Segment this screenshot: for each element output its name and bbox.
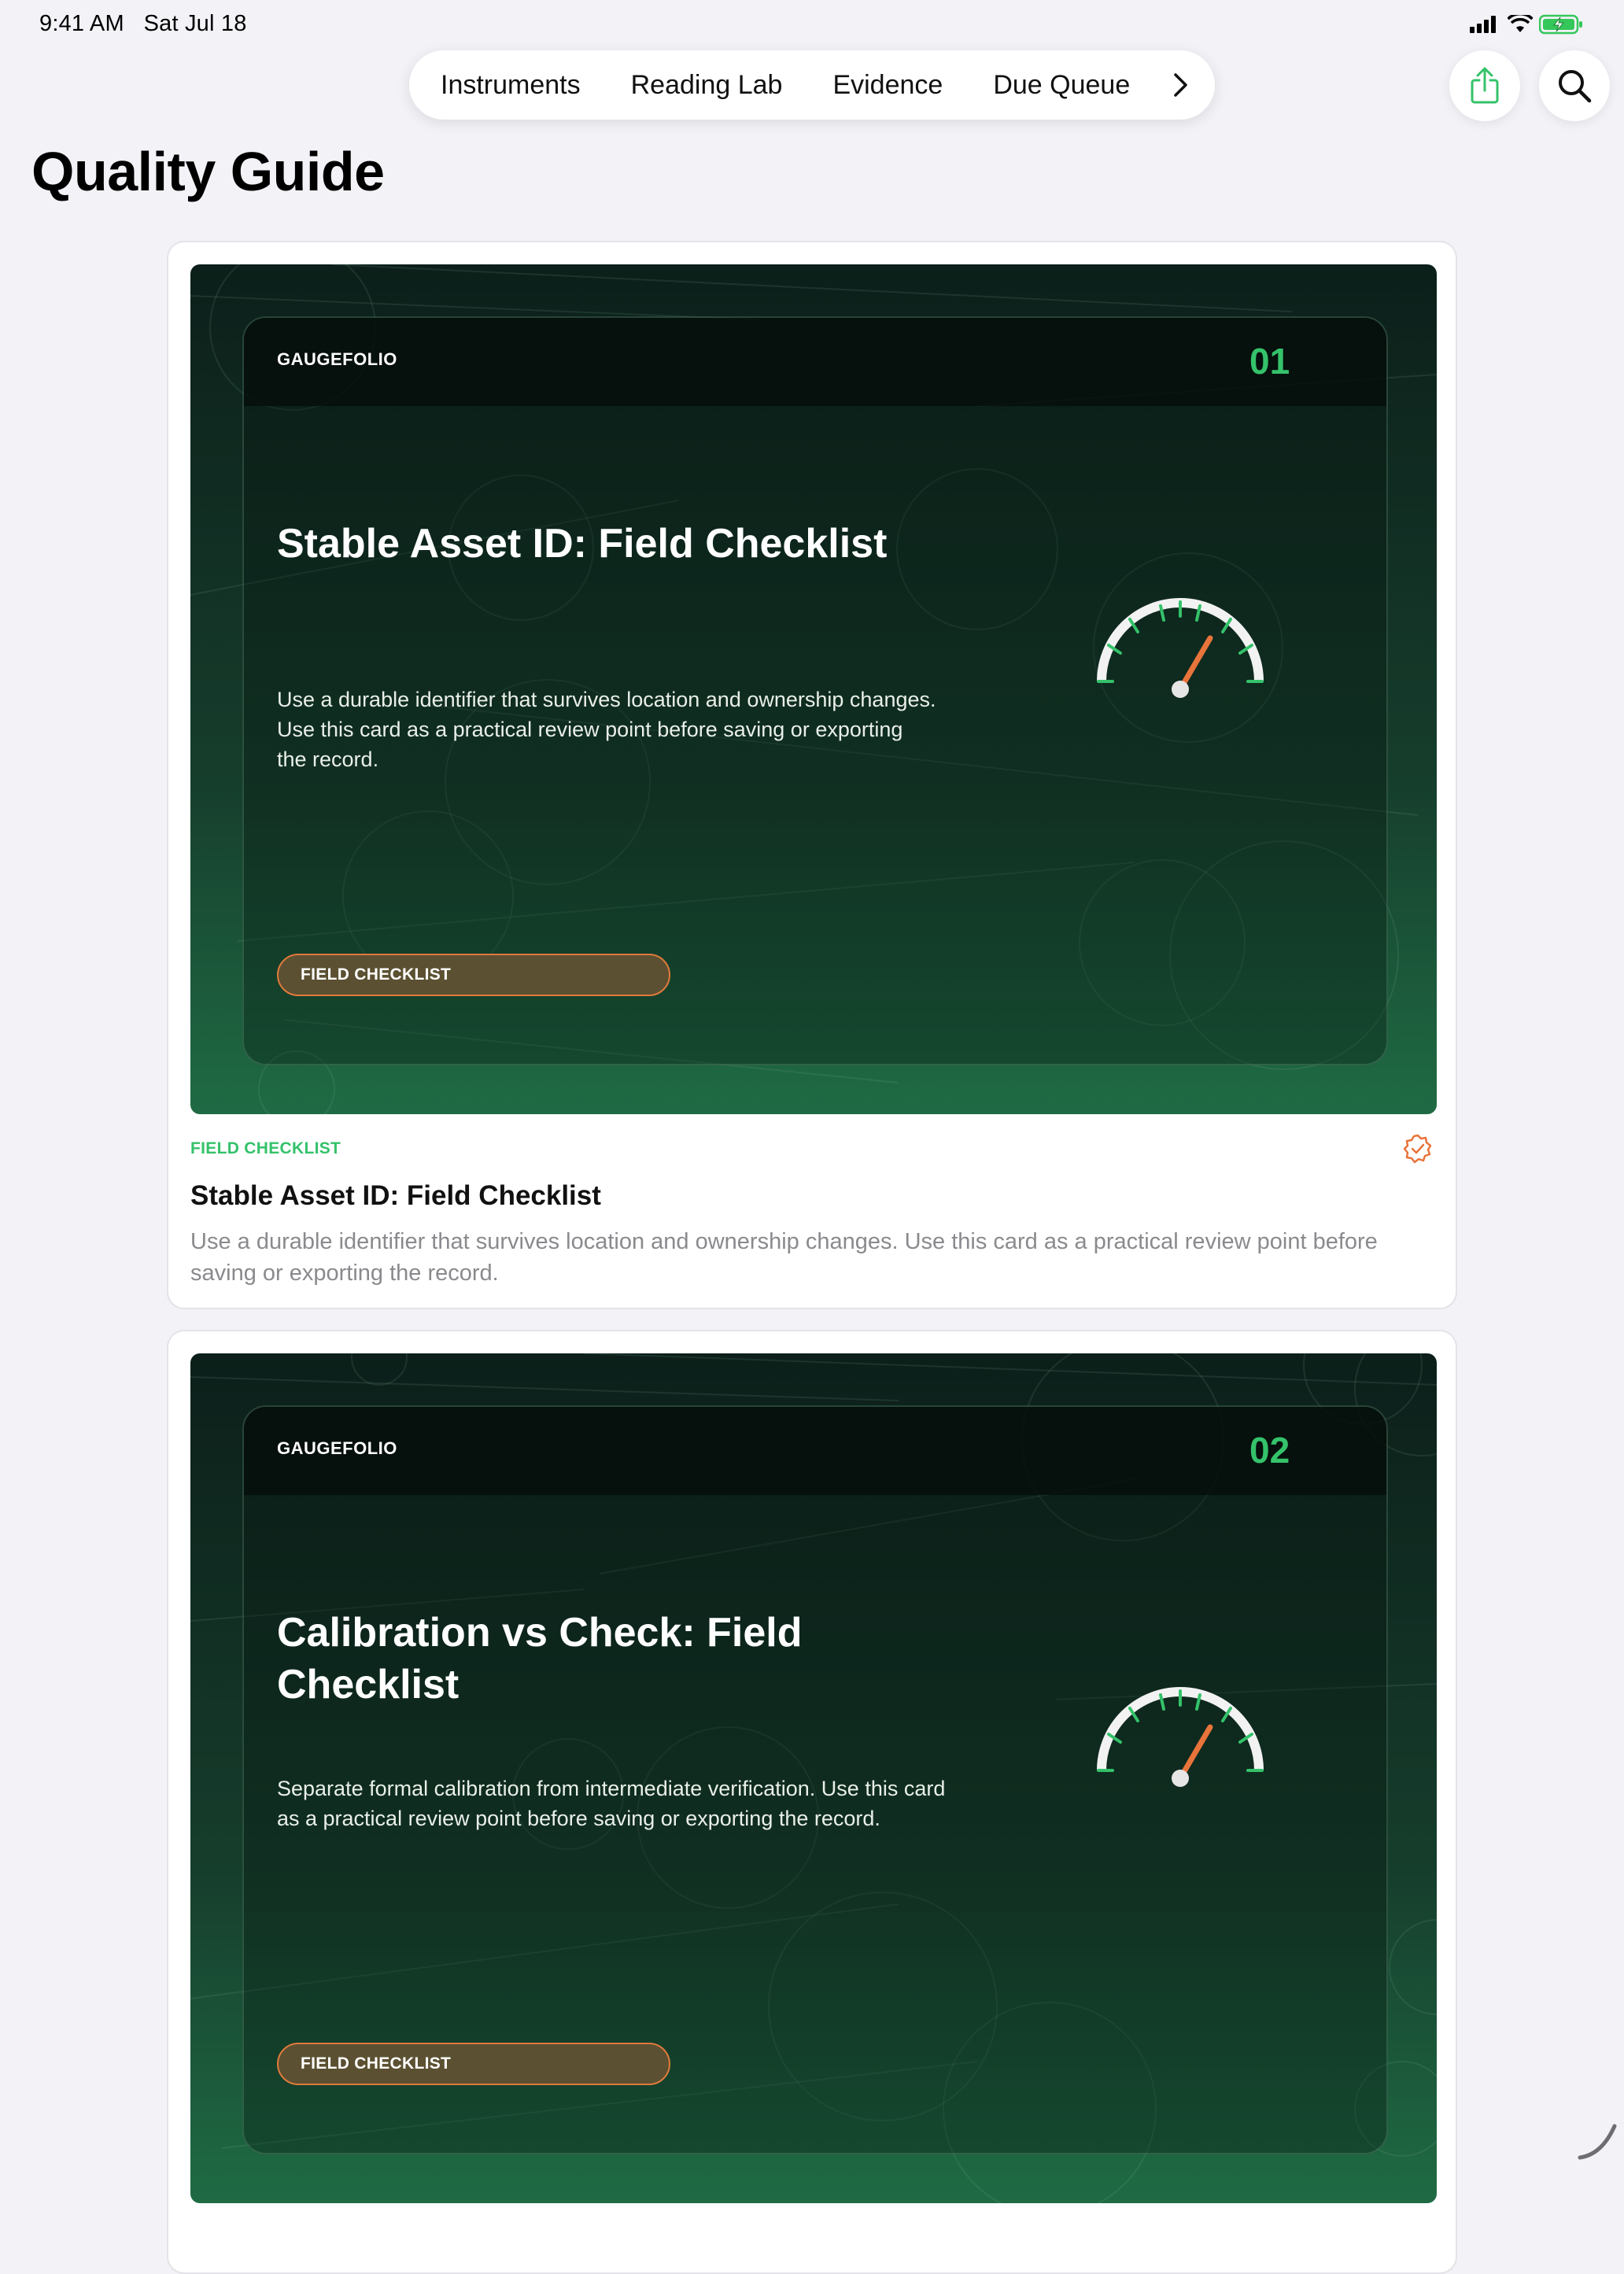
battery-charging-icon (1539, 14, 1582, 35)
hero-panel-header: GAUGEFOLIO 02 (244, 1407, 1386, 1495)
brand-label: GAUGEFOLIO (277, 349, 397, 369)
hero-title: Stable Asset ID: Field Checklist (277, 521, 888, 567)
status-date: Sat Jul 18 (143, 11, 247, 36)
tab-instruments[interactable]: Instruments (441, 70, 581, 101)
card-description: Use a durable identifier that survives l… (190, 1229, 1378, 1286)
gauge-icon (1097, 1687, 1264, 1787)
status-icons (1470, 14, 1583, 35)
status-time: 9:41 AM Sat Jul 18 (39, 11, 247, 37)
scroll-indicator-icon[interactable] (1574, 2117, 1621, 2164)
hero-panel: GAUGEFOLIO 01 Stable Asset ID: Field Che… (242, 316, 1388, 1065)
hero-description: Separate formal calibration from interme… (277, 1777, 946, 1830)
verified-badge-icon (1403, 1134, 1432, 1164)
hero-category-pill: FIELD CHECKLIST (277, 2043, 670, 2085)
hero-panel-header: GAUGEFOLIO 01 (244, 318, 1386, 406)
tab-reading-lab[interactable]: Reading Lab (631, 70, 783, 101)
hero-panel: GAUGEFOLIO 02 Calibration vs Check: Fiel… (242, 1405, 1388, 2154)
search-icon (1559, 70, 1592, 103)
hero-description: Use a durable identifier that survives l… (277, 688, 936, 771)
share-button[interactable] (1449, 50, 1520, 121)
top-tab-bar: Instruments Reading Lab Evidence Due Que… (409, 50, 1215, 120)
hero-title: Calibration vs Check: Field Checklist (277, 1610, 803, 1707)
card-hero-image: GAUGEFOLIO 01 Stable Asset ID: Field Che… (190, 264, 1437, 1114)
tab-evidence[interactable]: Evidence (832, 70, 943, 101)
chevron-right-icon[interactable] (1164, 69, 1196, 101)
brand-label: GAUGEFOLIO (277, 1438, 397, 1458)
card-number: 02 (1249, 1430, 1290, 1471)
hero-category-pill: FIELD CHECKLIST (277, 954, 670, 996)
search-button[interactable] (1539, 50, 1610, 121)
gauge-icon (1097, 598, 1264, 698)
card-hero-image: GAUGEFOLIO 02 Calibration vs Check: Fiel… (190, 1353, 1437, 2203)
page-title: Quality Guide (31, 141, 385, 202)
tab-due-queue[interactable]: Due Queue (993, 70, 1130, 101)
guide-card[interactable]: GAUGEFOLIO 01 Stable Asset ID: Field Che… (167, 241, 1457, 1309)
cellular-signal-icon (1470, 16, 1496, 33)
guide-card[interactable]: GAUGEFOLIO 02 Calibration vs Check: Fiel… (167, 1330, 1457, 2274)
card-number: 01 (1249, 341, 1290, 382)
wifi-icon (1508, 15, 1533, 32)
card-title: Stable Asset ID: Field Checklist (190, 1180, 601, 1211)
card-category: FIELD CHECKLIST (190, 1139, 341, 1157)
status-clock: 9:41 AM (39, 11, 124, 36)
share-icon (1471, 67, 1499, 104)
